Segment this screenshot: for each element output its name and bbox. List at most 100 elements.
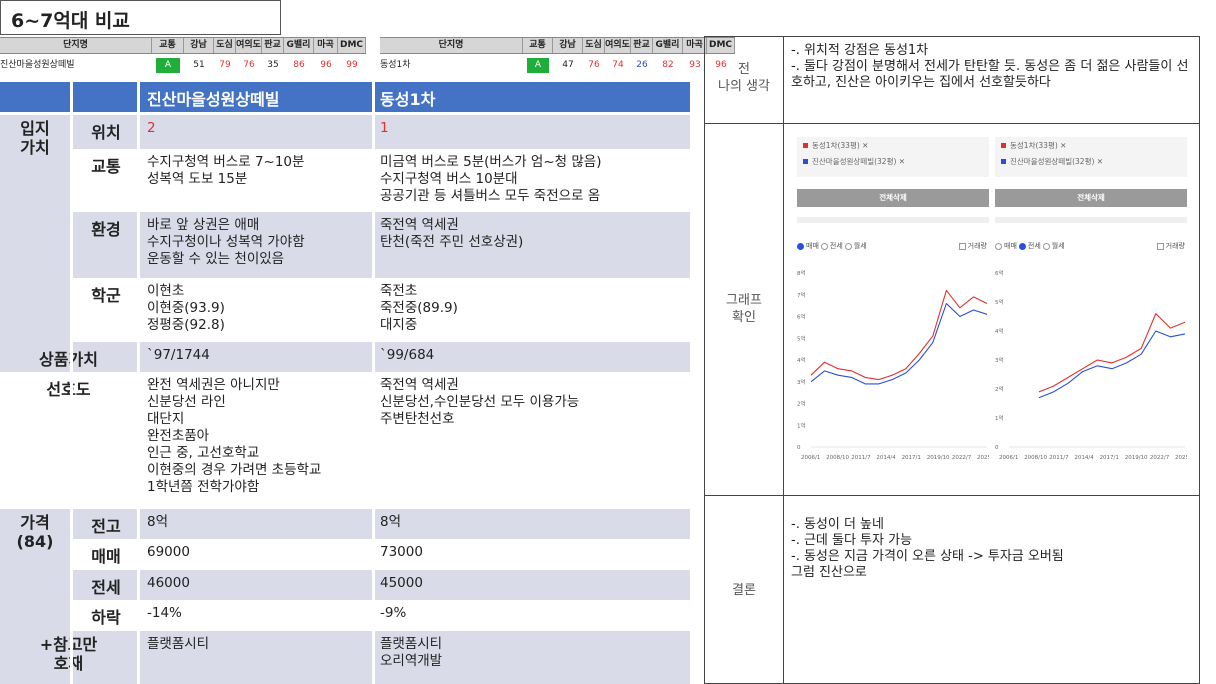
legend-item[interactable]: 진산마을성원상떼빌(32평) ✕ — [797, 153, 989, 169]
cell-dongsung: 죽전역 역세권 탄천(죽전 주민 선호상권) — [380, 217, 524, 250]
x-tick-label: 2006/1 — [801, 455, 820, 461]
y-tick-label: 0 — [995, 445, 999, 451]
divider — [705, 495, 1199, 496]
radio-label: 전세 — [829, 242, 843, 250]
radio-label: 매매 — [1004, 242, 1017, 250]
volume-checkbox[interactable] — [958, 242, 966, 250]
score-header-cell: 판교 — [262, 38, 284, 53]
score-header-cell: G밸리 — [653, 38, 683, 53]
price-graph-jeonse: 동성1차(33평) ✕ 진산마을성원상떼빌(32평) ✕ 전체삭제매매 전세 월세 거래량… — [995, 137, 1187, 482]
price-line-chart: 8억 7억 6억 5억 4억 3억 2억 1억 02006/1 2008/10 2011/7 2014… — [797, 269, 989, 461]
score-cell: 47 — [562, 60, 574, 70]
cell-jinsan: 46000 — [147, 575, 190, 591]
x-tick-label: 2011/7 — [851, 455, 871, 461]
row-sale: 매매 69000 73000 — [0, 539, 690, 570]
clear-all-button[interactable]: 전체삭제 — [797, 189, 989, 207]
row-label: 전세 — [91, 578, 121, 597]
y-tick-label: 0 — [797, 445, 801, 451]
score-header-cell: 교통 — [152, 38, 184, 53]
conclusion-label: 결론 — [732, 583, 756, 598]
score-header-cell: 강남 — [553, 38, 583, 53]
row-label: 선호도 — [46, 380, 91, 399]
cell-jinsan: 수지구청역 버스로 7~10분 성복역 도보 15분 — [147, 154, 305, 187]
score-cell: 26 — [636, 60, 648, 70]
legend-item[interactable]: 동성1차(33평) ✕ — [797, 137, 989, 153]
complex-name: 진산마을성원상떼빌 — [0, 60, 75, 70]
score-header-cell: 도심 — [214, 38, 236, 53]
x-tick-label: 2006/1 — [999, 455, 1018, 461]
conclusion-text: -. 동성이 더 높네 -. 근데 둘다 투자 가능 -. 동성은 지금 가격이… — [791, 517, 1064, 580]
checkbox-label: 거래량 — [1165, 242, 1185, 250]
cell-jinsan: 2 — [147, 120, 156, 136]
volume-checkbox[interactable] — [1156, 242, 1164, 250]
cell-dongsung: 45000 — [380, 575, 423, 591]
x-tick-label: 2017/1 — [1100, 455, 1119, 461]
divider — [783, 37, 784, 683]
legend-item[interactable]: 동성1차(33평) ✕ — [995, 137, 1187, 153]
legend-item[interactable]: 진산마을성원상떼빌(32평) ✕ — [995, 153, 1187, 169]
row-label: 하락 — [91, 608, 121, 627]
score-table-left: 단지명 교통 강남 도심 여의도 판교 G밸리 마곡 DMC 진산마을성원상떼빌 A 51 79 76 35… — [0, 37, 378, 77]
cell-jinsan: 바로 앞 상권은 애매 수지구청이나 성복역 가야함 운동할 수 있는 천이있음 — [147, 217, 305, 267]
x-tick-label: 2014/4 — [1074, 455, 1094, 461]
row-label: 상품가치 — [39, 350, 98, 369]
score-header-cell: 마곡 — [314, 38, 338, 53]
group-price: 가격 (84) — [0, 509, 70, 631]
radio-월세[interactable] — [844, 242, 852, 250]
row-product: 상품가치 `97/1744 `99/684 — [0, 342, 690, 372]
legend-swatch — [1001, 158, 1006, 164]
score-cell: 99 — [346, 60, 358, 70]
cell-jinsan: 69000 — [147, 544, 190, 560]
score-header-cell: 교통 — [523, 38, 553, 53]
legend-label: 동성1차(33평) ✕ — [812, 140, 869, 150]
radio-전세[interactable] — [1018, 242, 1026, 250]
row-label: +참고만 호재 — [39, 635, 98, 673]
thoughts-text: -. 위치적 강점은 동성1차 -. 둘다 강점이 분명해서 전세가 탄탄할 듯… — [791, 43, 1189, 90]
score-cell: 96 — [320, 60, 332, 70]
clear-all-button[interactable]: 전체삭제 — [995, 189, 1187, 207]
score-cell: 76 — [588, 60, 600, 70]
row-label: 교통 — [91, 157, 121, 176]
y-tick-label: 4억 — [797, 356, 806, 364]
legend-label: 진산마을성원상떼빌(32평) ✕ — [1010, 156, 1104, 166]
radio-매매[interactable] — [995, 242, 1002, 250]
divider — [372, 82, 375, 684]
score-header-cell: 여의도 — [236, 38, 262, 53]
legend-label: 동성1차(33평) ✕ — [1010, 140, 1067, 150]
row-label: 위치 — [91, 123, 121, 142]
radio-월세[interactable] — [1042, 242, 1050, 250]
y-tick-label: 8억 — [797, 269, 806, 277]
series-line — [810, 289, 988, 381]
x-tick-label: 2017/1 — [902, 455, 921, 461]
row-location: 위치 2 1 — [0, 115, 690, 149]
radio-매매[interactable] — [797, 242, 804, 250]
trade-type-radios: 매매 전세 월세 거래량 — [995, 239, 1187, 253]
complex-name: 동성1차 — [380, 60, 411, 70]
x-tick-label: 2019/10 — [1125, 455, 1148, 461]
y-tick-label: 1억 — [797, 421, 806, 429]
y-tick-label: 5억 — [995, 298, 1004, 306]
checkbox-label: 거래량 — [967, 242, 987, 250]
cell-dongsung: `99/684 — [380, 347, 435, 363]
score-cell: 35 — [267, 60, 279, 70]
trade-type-radios: 매매 전세 월세 거래량 — [797, 239, 989, 253]
score-table-right: 단지명 교통 강남 도심 여의도 판교 G밸리 마곡 DMC 동성1차 A 47 76 74 26 82 93 9… — [380, 37, 750, 77]
divider — [70, 82, 73, 684]
y-tick-label: 5억 — [797, 334, 806, 342]
score-header-cell: 단지명 — [380, 38, 523, 53]
x-tick-label: 2008/10 — [1024, 455, 1047, 461]
row-prev-high: 전고 8억 8억 — [0, 509, 690, 539]
x-tick-label: 2008/10 — [826, 455, 849, 461]
cell-jinsan: 8억 — [147, 514, 169, 530]
score-cell: A — [152, 58, 184, 73]
row-environment: 환경 바로 앞 상권은 애매 수지구청이나 성복역 가야함 운동할 수 있는 천… — [0, 212, 690, 278]
table-header: 진산마을성원상떼빌 동성1차 — [0, 82, 690, 112]
y-tick-label: 3억 — [797, 378, 806, 386]
comparison-table: 진산마을성원상떼빌 동성1차 위치 2 1 교통 수지구청역 버스로 7~10분… — [0, 82, 690, 684]
score-header-cell: 단지명 — [0, 38, 152, 53]
radio-전세[interactable] — [820, 242, 828, 250]
scroll-bar — [995, 217, 1187, 223]
score-cell: A — [523, 58, 553, 73]
score-cell: 82 — [662, 60, 674, 70]
analysis-panel: 전 나의 생각 -. 위치적 강점은 동성1차 -. 둘다 강점이 분명해서 전… — [704, 36, 1200, 684]
